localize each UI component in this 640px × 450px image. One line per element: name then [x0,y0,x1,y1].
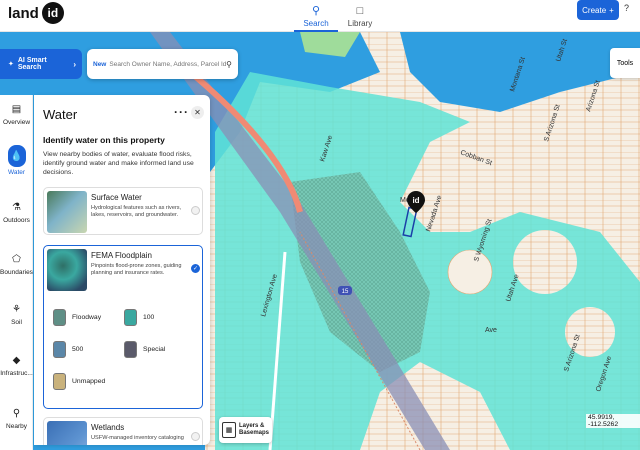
rail-item-outdoors[interactable]: ⚗ Outdoors [0,199,33,225]
rail-label: Soil [11,319,22,326]
logo-badge: id [41,2,64,24]
chevron-right-icon: › [73,59,76,69]
card-title: Wetlands [91,423,125,432]
layer-card-surface-water[interactable]: Surface Water Hydrological features such… [43,187,203,235]
tab-library-label: Library [347,18,373,28]
plus-icon: + [609,5,614,15]
layers-basemaps-button[interactable]: ▦ Layers & Basemaps [219,417,272,443]
card-title: FEMA Floodplain [91,251,152,260]
tools-button[interactable]: Tools [610,48,640,78]
layers-label-line2: Basemaps [239,430,270,436]
ai-smart-search-button[interactable]: ✦ AI Smart Search › [0,49,82,79]
coordinates-readout: 45.9919, -112.5262 [586,414,640,428]
card-toggle[interactable] [191,432,200,441]
card-description: Pinpoints flood-prone zones, guiding pla… [91,263,182,277]
logo-text: land [8,4,39,22]
card-title: Surface Water [91,193,142,202]
more-options-icon[interactable]: ··· [174,105,189,119]
legend-item: 100 [124,309,154,326]
water-panel: Water ··· ✕ Identify water on this prope… [34,95,210,445]
rail-label: Boundaries [0,269,33,276]
sprout-icon: ⚘ [12,303,21,315]
layers-label: Layers & Basemaps [239,423,269,437]
top-bar: land id ⚲ Search □ Library Create + ? [0,0,640,32]
legend-label: Unmapped [72,378,106,385]
rail-label: Outdoors [3,217,30,224]
search-icon[interactable]: ⚲ [226,60,232,69]
legend-item: Special [124,341,165,358]
layers-label-line1: Layers & [239,423,265,429]
pin-icon: ⚲ [12,407,21,419]
rail-item-infrastructure[interactable]: ◆ Infrastruc... [0,352,33,378]
legend-label: 100 [143,314,155,321]
rail-label: Infrastruc... [0,370,33,377]
create-label: Create [582,5,607,15]
marker-label: id [412,196,419,205]
rail-item-boundaries[interactable]: ⬠ Boundaries [0,251,33,277]
tab-search-label: Search [303,18,329,28]
search-input[interactable] [109,60,227,68]
create-button[interactable]: Create + [577,0,619,20]
legend-swatch [124,341,137,358]
parcel-island [513,230,577,294]
card-description: USFW-managed inventory cataloging [91,435,184,441]
check-icon[interactable]: ✓ [191,264,200,273]
rail-label: Water [7,169,26,176]
rail-item-soil[interactable]: ⚘ Soil [0,301,33,327]
new-badge: New [93,60,107,68]
water-drop-icon: 💧 [7,145,26,167]
street-label: Ave [485,327,497,334]
legend-swatch [53,309,66,326]
close-icon[interactable]: ✕ [191,106,204,119]
boundary-icon: ⬠ [12,253,21,265]
ai-search-label: AI Smart Search [17,57,47,71]
legend-label: Floodway [72,314,102,321]
surface-water-thumbnail [47,191,87,233]
tree-icon: ⚗ [12,201,21,213]
legend-swatch [53,341,66,358]
parcel-island [447,249,493,295]
legend-label: Special [143,346,166,353]
card-description: Hydrological features such as rivers, la… [91,205,182,219]
search-bar: New ⚲ [87,49,238,79]
legend-item: 500 [53,341,83,358]
rail-label: Overview [2,119,31,126]
rail-label: Nearby [6,423,27,430]
panel-description: View nearby bodies of water, evaluate fl… [43,151,194,176]
rail-item-nearby[interactable]: ⚲ Nearby [0,405,33,431]
legend-label: 500 [72,346,84,353]
layer-card-wetlands[interactable]: Wetlands USFW-managed inventory catalogi… [43,417,203,445]
category-rail: ▤ Overview 💧 Water ⚗ Outdoors ⬠ Boundari… [0,95,33,450]
search-icon: ⚲ [311,4,321,17]
legend-swatch [124,309,137,326]
wetlands-thumbnail [47,421,87,445]
highway-shield-label: 15 [342,289,349,295]
library-icon: □ [356,4,364,17]
tab-library[interactable]: □ Library [332,0,388,32]
legend-item: Unmapped [53,373,105,390]
panel-title: Water [43,107,78,122]
layer-card-fema-floodplain[interactable]: FEMA Floodplain Pinpoints flood-prone zo… [43,245,203,409]
legend-swatch [53,373,66,390]
panel-subtitle: Identify water on this property [43,135,165,145]
floodplain-thumbnail [47,249,87,291]
sparkle-icon: ✦ [8,61,14,68]
rail-item-water[interactable]: 💧 Water [0,145,33,176]
card-toggle[interactable] [191,206,200,215]
logo[interactable]: land id [8,2,64,24]
rail-item-overview[interactable]: ▤ Overview [0,101,33,127]
chart-icon: ▤ [11,103,22,115]
help-icon[interactable]: ? [624,3,629,13]
road-icon: ◆ [12,354,21,366]
legend-item: Floodway [53,309,101,326]
layers-icon: ▦ [222,422,236,438]
